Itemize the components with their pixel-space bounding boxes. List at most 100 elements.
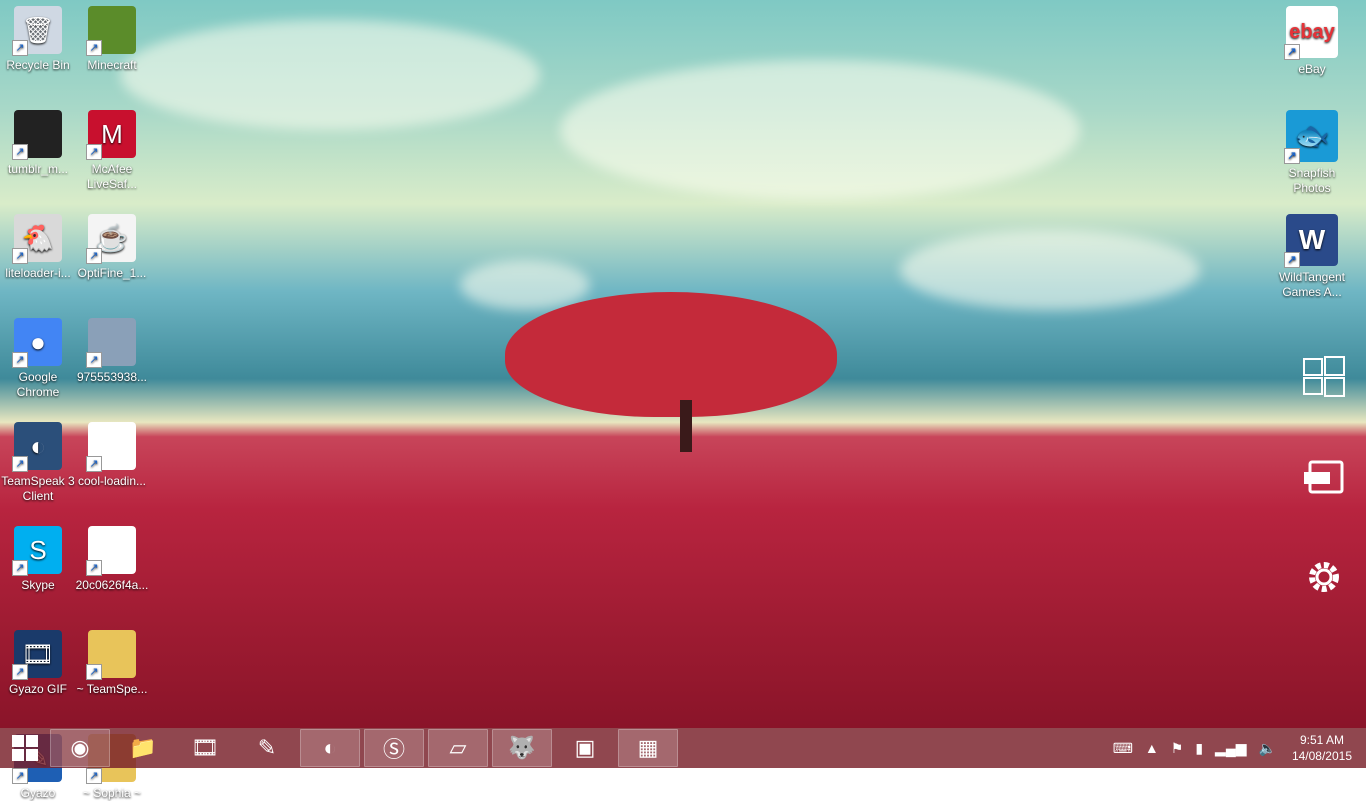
snapfish-icon: 🐟 ↗ <box>1284 110 1338 164</box>
clock-date: 14/08/2015 <box>1291 749 1352 763</box>
shortcut-arrow-icon: ↗ <box>12 352 28 368</box>
cloud <box>560 60 1080 200</box>
desktop-icon-label: OptiFine_1... <box>77 266 147 280</box>
desktop-icon[interactable]: 🎞 ↗ Gyazo GIF <box>0 630 76 697</box>
tree-canopy <box>505 292 837 417</box>
image-file-icon: ↗ <box>86 318 136 368</box>
taskbar-button-minecraft-crafting[interactable]: ▦ <box>618 729 678 767</box>
desktop-icon[interactable]: 🐔 ↗ liteloader-i... <box>0 214 76 281</box>
shortcut-arrow-icon: ↗ <box>12 560 28 576</box>
system-tray: ⌨ ▲ ⚑ ▮ ▂▄▆ 🔈 9:51 AM 14/08/2015 <box>1107 728 1366 768</box>
shortcut-arrow-icon: ↗ <box>86 40 102 56</box>
desktop-icon[interactable]: ☕ ↗ OptiFine_1... <box>74 214 150 281</box>
shortcut-arrow-icon: ↗ <box>86 456 102 472</box>
taskbar-button-gyazo[interactable]: ✎ <box>238 730 296 766</box>
volume-icon[interactable]: 🔈 <box>1259 740 1276 757</box>
shortcut-arrow-icon: ↗ <box>12 768 28 784</box>
shortcut-arrow-icon: ↗ <box>12 456 28 472</box>
crafting-table-icon: ▦ <box>637 735 659 760</box>
desktop-icon[interactable]: ↗ cool-loadin... <box>74 422 150 489</box>
shortcut-arrow-icon: ↗ <box>1284 44 1300 60</box>
chevron-up-icon[interactable]: ▲ <box>1145 740 1159 756</box>
shortcut-arrow-icon: ↗ <box>12 248 28 264</box>
desktop-icon-label: WildTangent Games A... <box>1278 270 1346 299</box>
shortcut-arrow-icon: ↗ <box>86 664 102 680</box>
java-icon: ☕ ↗ <box>86 214 136 264</box>
folder-icon: ↗ <box>86 630 136 680</box>
desktop-icon[interactable]: ↗ 20c0626f4a... <box>74 526 150 593</box>
image-file-icon: ↗ <box>12 110 62 160</box>
wildtangent-icon: W ↗ <box>1284 214 1338 268</box>
desktop-icon[interactable]: ebay ↗ eBay <box>1274 6 1350 77</box>
desktop-icon-label: Gyazo <box>20 786 56 800</box>
teamspeak-icon: ◐ <box>323 735 337 760</box>
gyazo-gif-icon: 🎞 <box>191 735 219 760</box>
windows-logo-icon <box>1303 356 1345 397</box>
desktop-icon-label: TeamSpeak 3 Client <box>1 474 75 503</box>
desktop-icon[interactable]: 🐟 ↗ Snapfish Photos <box>1274 110 1350 196</box>
desktop-icon-label: tumblr_m... <box>7 162 68 176</box>
start-charm[interactable] <box>1300 355 1348 408</box>
recycle-bin-icon: 🗑 ↗ <box>12 6 62 56</box>
shortcut-arrow-icon: ↗ <box>86 248 102 264</box>
shortcut-arrow-icon: ↗ <box>86 560 102 576</box>
document-file-icon: ↗ <box>86 526 136 576</box>
desktop-icon-label: Skype <box>21 578 55 592</box>
cloud <box>900 230 1200 310</box>
taskbar-button-skype[interactable]: Ⓢ <box>364 729 424 767</box>
desktop-icon-label: eBay <box>1298 62 1326 76</box>
taskbar-button-gyazo-gif[interactable]: 🎞 <box>176 730 234 766</box>
shortcut-arrow-icon: ↗ <box>86 768 102 784</box>
cloud <box>120 20 540 130</box>
taskbar-button-teamspeak[interactable]: ◐ <box>300 729 360 767</box>
desktop-icon[interactable]: ◐ ↗ TeamSpeak 3 Client <box>0 422 76 504</box>
desktop-icon[interactable]: ↗ Minecraft <box>74 6 150 73</box>
desktop-icon-label: ~ Sophia ~ <box>82 786 142 800</box>
chrome-icon: ◉ <box>70 735 90 760</box>
chrome-icon: ● ↗ <box>12 318 62 368</box>
desktop-icon[interactable]: ↗ 975553938... <box>74 318 150 385</box>
desktop-icon[interactable]: W ↗ WildTangent Games A... <box>1274 214 1350 300</box>
clock[interactable]: 9:51 AM 14/08/2015 <box>1292 732 1352 764</box>
skype-icon: Ⓢ <box>382 737 405 762</box>
desktop-icon[interactable]: ↗ tumblr_m... <box>0 110 76 177</box>
taskbar-button-sticky-notes[interactable]: ▱ <box>428 729 488 767</box>
desktop-icon-label: Google Chrome <box>16 370 60 399</box>
mcafee-icon: M ↗ <box>86 110 136 160</box>
desktop-icon-label: Snapfish Photos <box>1288 166 1336 195</box>
desktop-icon[interactable]: 🗑 ↗ Recycle Bin <box>0 6 76 73</box>
tree-trunk <box>680 400 692 452</box>
settings-charm[interactable] <box>1300 555 1348 608</box>
taskbar-button-gimp[interactable]: 🐺 <box>492 729 552 767</box>
desktop-icon-label: Minecraft <box>87 58 137 72</box>
desktop-wallpaper <box>0 0 1366 728</box>
shortcut-arrow-icon: ↗ <box>86 352 102 368</box>
gear-icon <box>1309 562 1339 592</box>
skype-icon: S ↗ <box>12 526 62 576</box>
network-signal-icon[interactable]: ▂▄▆ <box>1215 740 1246 757</box>
taskbar-button-file-explorer[interactable]: 📁 <box>114 730 172 766</box>
start-button[interactable] <box>0 728 50 768</box>
taskbar-button-minecraft[interactable]: ▣ <box>556 730 614 766</box>
desktop-icon[interactable]: ↗ ~ TeamSpe... <box>74 630 150 697</box>
teamspeak-icon: ◐ ↗ <box>12 422 62 472</box>
flag-icon[interactable]: ⚑ <box>1171 740 1184 757</box>
keyboard-icon[interactable]: ⌨ <box>1113 740 1133 757</box>
power-icon[interactable]: ▮ <box>1195 740 1203 757</box>
desktop-icon[interactable]: S ↗ Skype <box>0 526 76 593</box>
desktop-icon[interactable]: ● ↗ Google Chrome <box>0 318 76 400</box>
desktop-icon-label: cool-loadin... <box>77 474 147 488</box>
minecraft-icon: ↗ <box>86 6 136 56</box>
ebay-icon: ebay ↗ <box>1284 6 1338 60</box>
taskbar-button-chrome[interactable]: ◉ <box>50 729 110 767</box>
shortcut-arrow-icon: ↗ <box>1284 148 1300 164</box>
gyazo-icon: ✎ <box>257 735 277 760</box>
cloud <box>460 260 590 310</box>
image-file-icon: ↗ <box>86 422 136 472</box>
desktop-icon-label: 20c0626f4a... <box>75 578 149 592</box>
desktop-icon[interactable]: M ↗ McAfee LiveSaf... <box>74 110 150 192</box>
devices-icon <box>1304 460 1344 494</box>
taskbar: ◉ 📁 🎞 ✎ ◐ Ⓢ ▱ 🐺 ▣ ▦ ⌨ ▲ ⚑ ▮ ▂▄▆ 🔈 9:51 AM 14/08/2… <box>0 728 1366 768</box>
devices-charm[interactable] <box>1300 460 1348 505</box>
desktop-icon-label: liteloader-i... <box>5 266 71 280</box>
